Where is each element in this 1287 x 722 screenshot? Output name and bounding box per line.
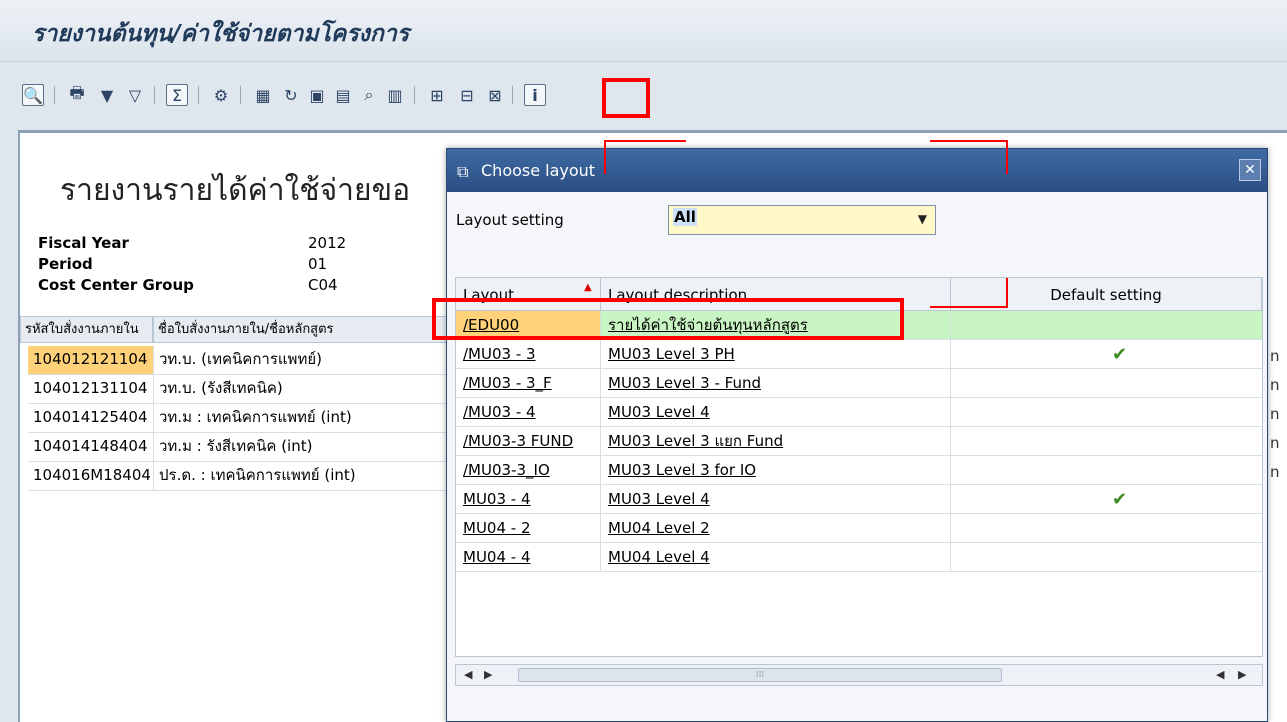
period-value: 01 [308,255,328,273]
column-header-code[interactable]: รหัสใบสั่งงานภายใน [20,316,153,343]
table-cell-name[interactable]: วท.บ. (เทคนิคการแพทย์) [154,346,454,375]
dialog-title-bar[interactable]: ⧉ Choose layout ✕ [447,149,1267,192]
scroll-right-icon[interactable]: ▶ [1238,668,1246,681]
refresh-icon[interactable]: ↻ [280,84,302,106]
highlight-box-toolbar [602,78,650,118]
layout-description[interactable]: MU03 Level 3 PH [601,340,951,369]
filter-off-icon[interactable]: ▽ [124,84,146,106]
toolbar-separator [54,86,55,104]
info-icon[interactable]: i [524,84,546,106]
table-cell-name[interactable]: วท.ม : รังสีเทคนิค (int) [154,433,454,462]
layout-setting-select[interactable]: All ▼ [668,205,936,235]
choose-layout-dialog: ⧉ Choose layout ✕ Layout setting All ▼ L… [446,148,1268,722]
layout-row[interactable]: /MU03-3 FUND MU03 Level 3 แยก Fund [456,427,1262,456]
dialog-layout-icon: ⧉ [457,162,469,181]
layout-row[interactable]: /MU03 - 4 MU03 Level 4 [456,398,1262,427]
layout-grid-icon[interactable]: ⊞ [426,84,448,106]
layout-setting-label: Layout setting [456,211,564,229]
table-cell-code[interactable]: 104014148404 [28,433,154,462]
print-icon[interactable]: 🖶 [66,83,88,106]
layout-description[interactable]: MU03 Level 3 แยก Fund [601,427,951,456]
sum-icon[interactable]: Σ [166,84,188,106]
truncated-cell: n [1270,376,1280,394]
toolbar-separator [198,86,199,104]
layout-name[interactable]: /MU03 - 3_F [456,369,601,398]
table-cell-name[interactable]: วท.บ. (รังสีเทคนิค) [154,375,454,404]
table-cell-code[interactable]: 104014125404 [28,404,154,433]
details-icon[interactable]: 🔍 [22,84,44,106]
table-cell-code[interactable]: 104012131104 [28,375,154,404]
window-title: รายงานต้นทุน/ค่าใช้จ่ายตามโครงการ [32,21,410,47]
annotation-line [930,140,1008,142]
truncated-cell: n [1270,347,1280,365]
horizontal-scrollbar[interactable]: ◀ ▶ ⁞⁞⁞ ◀ ▶ [455,664,1263,686]
chart-icon[interactable]: ▥ [384,84,406,106]
layout-row[interactable]: /MU03 - 3_F MU03 Level 3 - Fund [456,369,1262,398]
layout-description[interactable]: MU03 Level 3 - Fund [601,369,951,398]
truncated-cell: n [1270,405,1280,423]
annotation-line [604,140,686,142]
export-icon[interactable]: ▦ [252,84,274,106]
layout-setting-value: All [673,208,697,226]
annotation-line [1006,140,1008,174]
layout-name[interactable]: MU03 - 4 [456,485,601,514]
toolbar-separator [512,86,513,104]
toolbar-separator [240,86,241,104]
filter-icon[interactable]: ▼ [96,84,118,106]
save-layout-icon[interactable]: ⊠ [484,84,506,106]
layout-name[interactable]: MU04 - 4 [456,543,601,572]
scroll-thumb[interactable]: ⁞⁞⁞ [518,668,1002,682]
annotation-line [604,140,606,174]
chevron-down-icon[interactable]: ▼ [918,212,927,226]
scroll-left-icon[interactable]: ◀ [464,668,472,681]
dialog-title: Choose layout [481,161,596,180]
spreadsheet-icon[interactable]: ▤ [332,84,354,106]
scroll-left-icon[interactable]: ◀ [1216,668,1224,681]
layout-name[interactable]: /MU03-3 FUND [456,427,601,456]
toolbar-separator [414,86,415,104]
annotation-line [1006,278,1008,308]
truncated-cell: n [1270,434,1280,452]
checkmark-icon: ✔ [1112,489,1128,510]
layout-description[interactable]: MU04 Level 4 [601,543,951,572]
highlight-box-selected-layout [432,298,904,340]
layout-row[interactable]: MU04 - 2 MU04 Level 2 [456,514,1262,543]
toolbar-separator [154,86,155,104]
choose-layout-icon[interactable]: ⊟ [456,84,478,106]
annotation-line [930,306,1008,308]
column-header-name[interactable]: ชื่อใบสั่งงานภายใน/ชื่อหลักสูตร [153,316,453,343]
word-icon[interactable]: ▣ [306,84,328,106]
layout-row[interactable]: /MU03 - 3 MU03 Level 3 PH ✔ [456,340,1262,369]
layout-name[interactable]: MU04 - 2 [456,514,601,543]
layout-description[interactable]: MU04 Level 2 [601,514,951,543]
cost-center-label: Cost Center Group [38,276,194,294]
layout-row[interactable]: MU04 - 4 MU04 Level 4 [456,543,1262,572]
period-label: Period [38,255,93,273]
layout-description[interactable]: MU03 Level 3 for IO [601,456,951,485]
report-title: รายงานรายได้ค่าใช้จ่ายขอ [60,173,411,208]
cost-center-value: C04 [308,276,338,294]
layout-name[interactable]: /MU03 - 4 [456,398,601,427]
layout-name[interactable]: /MU03 - 3 [456,340,601,369]
layout-description[interactable]: MU03 Level 4 [601,398,951,427]
table-cell-name[interactable]: วท.ม : เทคนิคการแพทย์ (int) [154,404,454,433]
settings-icon[interactable]: ⚙ [210,84,232,106]
layout-row[interactable]: MU03 - 4 MU03 Level 4 ✔ [456,485,1262,514]
fiscal-year-value: 2012 [308,234,347,252]
fiscal-year-label: Fiscal Year [38,234,129,252]
scroll-right-icon[interactable]: ▶ [484,668,492,681]
layout-row[interactable]: /MU03-3_IO MU03 Level 3 for IO [456,456,1262,485]
close-icon[interactable]: ✕ [1239,159,1261,181]
layout-description[interactable]: MU03 Level 4 [601,485,951,514]
truncated-cell: n [1270,463,1280,481]
search-icon[interactable]: ⌕ [358,84,380,106]
table-cell-name[interactable]: ปร.ด. : เทคนิคการแพทย์ (int) [154,462,454,491]
title-bar: รายงานต้นทุน/ค่าใช้จ่ายตามโครงการ [0,0,1287,62]
layout-name[interactable]: /MU03-3_IO [456,456,601,485]
checkmark-icon: ✔ [1112,344,1128,365]
table-cell-code[interactable]: 104016M18404 [28,462,154,491]
table-cell-code[interactable]: 104012121104 [28,346,154,375]
